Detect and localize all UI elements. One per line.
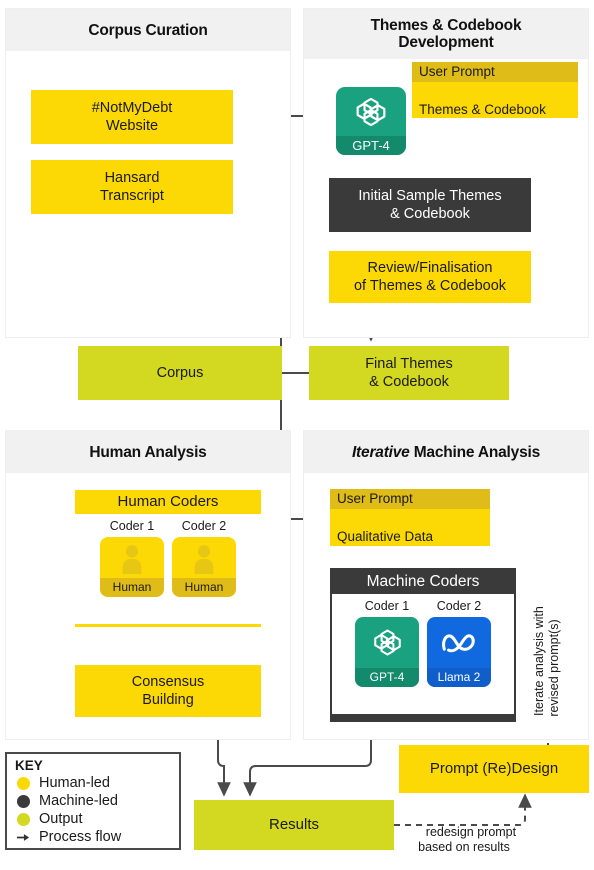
meta-logo-icon — [427, 617, 491, 668]
machine-coder-1-name: GPT-4 — [355, 668, 419, 687]
node-final-themes-codebook[interactable]: Final Themes & Codebook — [309, 346, 509, 400]
prompt-card-themes[interactable]: User Prompt Themes & Codebook Generation… — [412, 62, 578, 118]
human-coder-1[interactable]: Coder 1 Human — [100, 518, 164, 618]
node-results-label: Results — [268, 816, 320, 833]
panel-themes-title-line1: Themes & Codebook — [370, 17, 522, 34]
group-human-coders[interactable]: Human Coders Coder 1 Human Coder 2 Human — [75, 490, 261, 627]
node-results[interactable]: Results — [194, 800, 394, 850]
person-icon — [100, 537, 164, 578]
node-prompt-redesign-label: Prompt (Re)Design — [429, 760, 559, 777]
legend-key: KEY Human-led Machine-led Output Process… — [5, 752, 181, 850]
machine-coder-1[interactable]: Coder 1 GPT-4 — [355, 598, 419, 708]
prompt-card-analysis-body: Qualitative Data Analysis >_ — [337, 529, 434, 544]
legend-label-machine-led: Machine-led — [39, 792, 118, 809]
node-initial-sample-themes[interactable]: Initial Sample Themes & Codebook — [329, 178, 531, 232]
node-gpt4-themes[interactable]: GPT-4 — [336, 87, 406, 155]
node-final-themes-codebook-label: Final Themes & Codebook — [365, 356, 453, 390]
node-notmydebt-website-label: #NotMyDebt Website — [91, 100, 173, 134]
node-hansard-transcript-label: Hansard Transcript — [100, 170, 164, 204]
openai-logo-icon — [355, 617, 419, 668]
machine-coder-2-label: Coder 2 — [436, 599, 482, 613]
diagram-canvas: Corpus Curation #NotMyDebt Website Hansa… — [0, 0, 594, 856]
node-corpus-label: Corpus — [156, 365, 204, 381]
legend-label-output: Output — [39, 810, 83, 827]
prompt-card-themes-body: Themes & Codebook Generation >_ — [419, 102, 546, 117]
node-initial-sample-themes-label: Initial Sample Themes & Codebook — [358, 188, 502, 222]
legend-label-human-led: Human-led — [39, 774, 110, 791]
annotation-redesign-prompt: redesign prompt based on results — [418, 825, 517, 854]
legend-swatch-human-led — [17, 776, 30, 790]
group-human-coders-inner: Coder 1 Human Coder 2 Human — [75, 514, 261, 624]
panel-corpus-curation-title: Corpus Curation — [6, 9, 290, 51]
machine-coder-2-name: Llama 2 — [427, 668, 491, 687]
legend-swatch-machine-led — [17, 794, 30, 808]
legend-label-process-flow: Process flow — [39, 828, 122, 845]
node-hansard-transcript[interactable]: Hansard Transcript — [31, 160, 233, 214]
group-machine-coders-title: Machine Coders — [366, 573, 480, 590]
machine-coder-2-tile: Llama 2 — [427, 617, 491, 687]
node-notmydebt-website[interactable]: #NotMyDebt Website — [31, 90, 233, 144]
human-coder-2-tile: Human — [172, 537, 236, 597]
legend-item-machine-led: Machine-led — [7, 792, 179, 810]
legend-item-output: Output — [7, 810, 179, 828]
node-consensus-building-label: Consensus Building — [131, 674, 205, 708]
group-machine-coders[interactable]: Machine Coders Coder 1 GPT-4 Coder 2 Lla… — [330, 568, 516, 722]
panel-human-analysis-title: Human Analysis — [6, 431, 290, 473]
legend-swatch-output — [17, 812, 30, 826]
prompt-card-analysis-header: User Prompt — [330, 489, 490, 509]
human-coder-1-tile: Human — [100, 537, 164, 597]
annotation-iterate-analysis: Iterate analysis with revised prompt(s) — [532, 606, 561, 717]
prompt-card-themes-header: User Prompt — [412, 62, 578, 82]
node-review-finalisation[interactable]: Review/Finalisation of Themes & Codebook — [329, 251, 531, 303]
panel-themes-title-line2: Development — [398, 34, 494, 51]
machine-coder-1-label: Coder 1 — [364, 599, 410, 613]
machine-coder-2[interactable]: Coder 2 Llama 2 — [427, 598, 491, 708]
openai-logo-icon — [336, 87, 406, 136]
person-icon — [172, 537, 236, 578]
node-corpus[interactable]: Corpus — [78, 346, 282, 400]
human-coder-1-name: Human — [100, 578, 164, 597]
node-prompt-redesign[interactable]: Prompt (Re)Design — [399, 745, 589, 793]
human-coder-2-label: Coder 2 — [181, 519, 227, 533]
legend-item-human-led: Human-led — [7, 774, 179, 792]
panel-machine-analysis-title: Iterative Machine Analysis — [304, 431, 588, 473]
legend-title: KEY — [15, 758, 43, 773]
legend-item-process-flow: Process flow — [7, 828, 179, 846]
node-review-finalisation-label: Review/Finalisation of Themes & Codebook — [353, 260, 507, 294]
panel-themes-development-title: Themes & Codebook Development — [304, 9, 588, 59]
prompt-card-analysis[interactable]: User Prompt Qualitative Data Analysis >_ — [330, 489, 490, 546]
human-coder-1-label: Coder 1 — [109, 519, 155, 533]
group-human-coders-title: Human Coders — [117, 493, 219, 510]
human-coder-2-name: Human — [172, 578, 236, 597]
node-gpt4-themes-label: GPT-4 — [336, 136, 406, 155]
panel-machine-analysis-title-rest: Machine Analysis — [409, 443, 541, 461]
node-consensus-building[interactable]: Consensus Building — [75, 665, 261, 717]
arrow-icon — [17, 832, 30, 843]
machine-coder-1-tile: GPT-4 — [355, 617, 419, 687]
panel-machine-analysis-title-italic: Iterative — [351, 443, 410, 461]
human-coder-2[interactable]: Coder 2 Human — [172, 518, 236, 618]
group-machine-coders-inner: Coder 1 GPT-4 Coder 2 Llama 2 — [332, 594, 514, 714]
